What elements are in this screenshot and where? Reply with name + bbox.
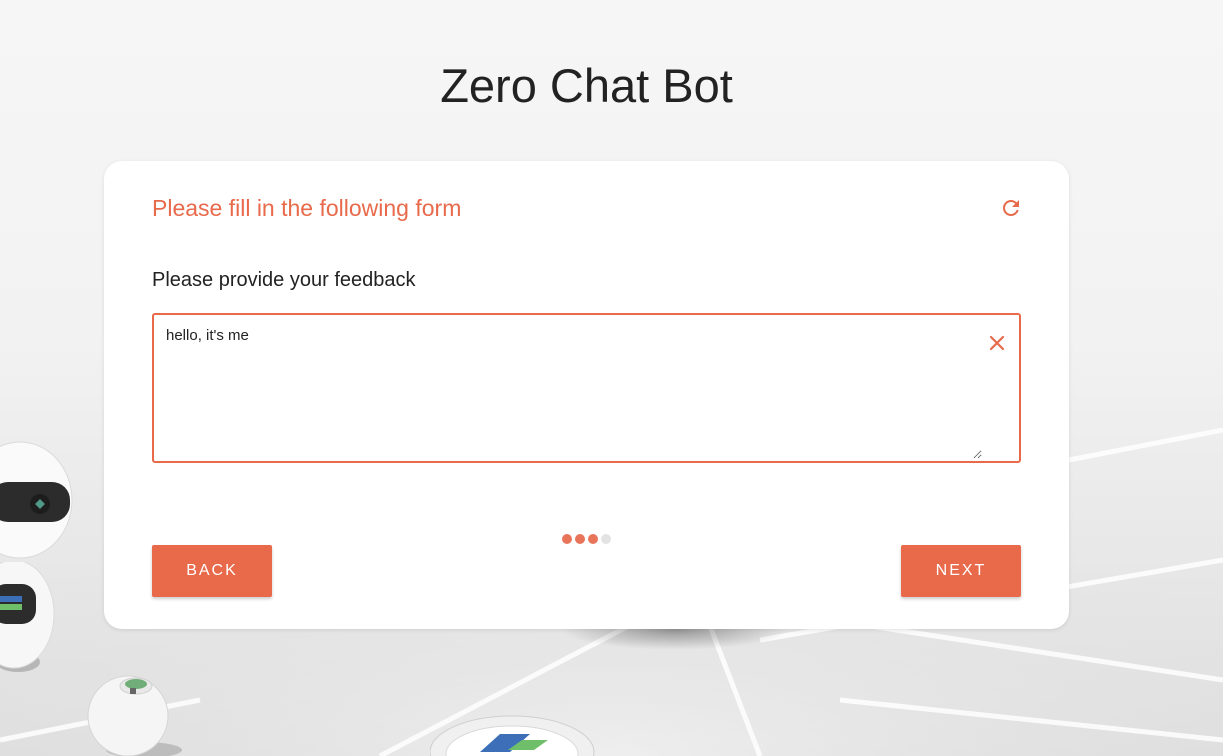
back-button[interactable]: BACK — [152, 545, 272, 597]
close-icon — [989, 335, 1005, 351]
robot-disc-illustration — [430, 715, 595, 756]
robot-head-illustration — [0, 441, 73, 559]
progress-dot — [588, 534, 598, 544]
robot-ball-illustration — [87, 675, 182, 756]
progress-dot — [601, 534, 611, 544]
progress-indicator — [562, 533, 611, 545]
next-button[interactable]: NEXT — [901, 545, 1021, 597]
clear-button[interactable] — [987, 333, 1007, 353]
progress-dot — [575, 534, 585, 544]
refresh-icon — [1002, 199, 1019, 216]
page-title: Zero Chat Bot — [440, 59, 733, 112]
refresh-button[interactable] — [999, 196, 1023, 220]
form-card: Please fill in the following form Please… — [104, 161, 1069, 629]
feedback-input[interactable]: hello, it's me — [162, 323, 982, 459]
question-label: Please provide your feedback — [152, 269, 416, 291]
robot-body-illustration — [0, 562, 55, 672]
form-heading: Please fill in the following form — [152, 195, 462, 221]
progress-dot — [562, 534, 572, 544]
feedback-field: hello, it's me — [152, 313, 1021, 463]
